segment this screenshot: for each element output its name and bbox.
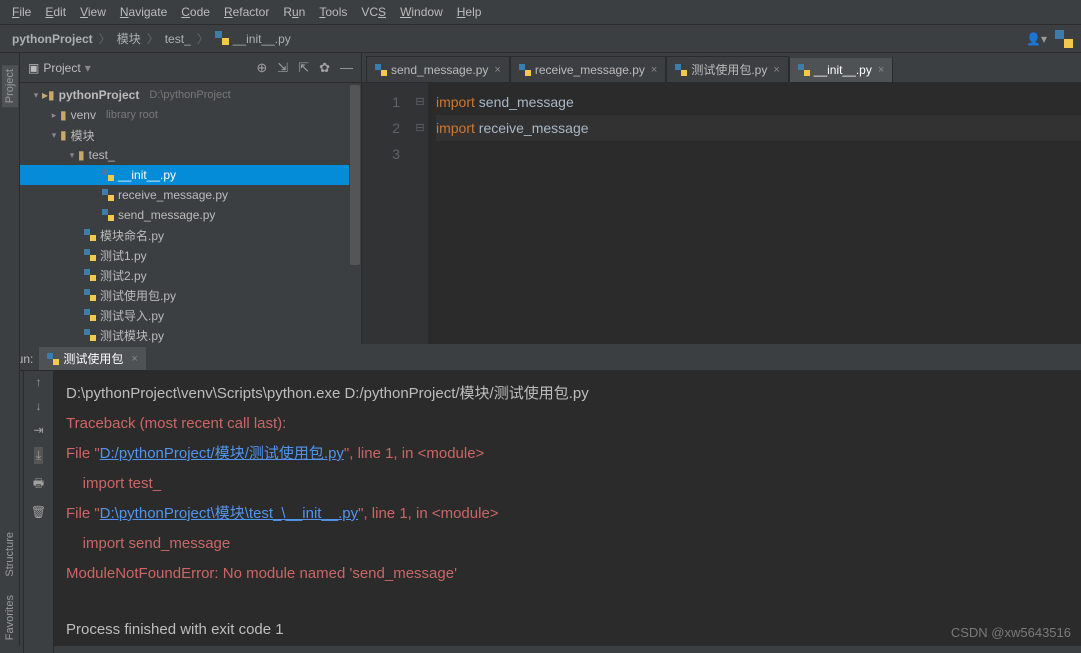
crumb-root[interactable]: pythonProject bbox=[8, 32, 97, 46]
editor-tabs: send_message.py× receive_message.py× 测试使… bbox=[362, 53, 1081, 83]
settings-icon[interactable]: ✿ bbox=[319, 60, 330, 76]
menu-bar: File Edit View Navigate Code Refactor Ru… bbox=[0, 0, 1081, 24]
project-dropdown-icon[interactable]: ▾ bbox=[85, 61, 91, 75]
hide-icon[interactable]: — bbox=[340, 60, 353, 76]
tree-root[interactable]: ▾▸▮pythonProjectD:\pythonProject bbox=[20, 85, 361, 105]
collapse-icon[interactable]: ⇱ bbox=[298, 60, 309, 76]
menu-view[interactable]: View bbox=[74, 3, 112, 21]
close-icon[interactable]: × bbox=[131, 353, 137, 365]
python-logo-icon bbox=[1055, 30, 1073, 48]
console-output[interactable]: D:\pythonProject\venv\Scripts\python.exe… bbox=[54, 371, 1081, 653]
project-tool-tab[interactable]: Project bbox=[2, 65, 18, 107]
left-tool-stripe-bottom: Favorites Structure bbox=[0, 344, 20, 646]
project-title[interactable]: Project bbox=[43, 61, 80, 75]
down2-icon[interactable]: ↓ bbox=[36, 399, 42, 413]
tab-testpkg[interactable]: 测试使用包.py× bbox=[666, 56, 788, 82]
close-icon[interactable]: × bbox=[494, 64, 500, 76]
menu-vcs[interactable]: VCS bbox=[355, 3, 392, 21]
console-line: D:\pythonProject\venv\Scripts\python.exe… bbox=[66, 379, 1069, 409]
tree-file-mod4[interactable]: 测试导入.py bbox=[20, 305, 361, 325]
print-icon[interactable]: 🖶 bbox=[33, 474, 44, 495]
line-gutter: 1 2 3 bbox=[362, 83, 412, 344]
watermark: CSDN @xw5643516 bbox=[951, 625, 1071, 640]
file-link[interactable]: D:\pythonProject\模块\test_\__init__.py bbox=[100, 505, 358, 522]
console-line: Process finished with exit code 1 bbox=[66, 615, 1069, 645]
run-config-tab[interactable]: 测试使用包× bbox=[39, 347, 145, 370]
menu-help[interactable]: Help bbox=[451, 3, 488, 21]
menu-code[interactable]: Code bbox=[175, 3, 216, 21]
crumb-file[interactable]: __init__.py bbox=[211, 31, 295, 46]
tree-file-mod3[interactable]: 测试使用包.py bbox=[20, 285, 361, 305]
tree-test[interactable]: ▾▮test_ bbox=[20, 145, 361, 165]
menu-run[interactable]: Run bbox=[277, 3, 311, 21]
tab-receive[interactable]: receive_message.py× bbox=[510, 56, 667, 82]
run-toolbar-2: ↑ ↓ ⇥ ⤓ 🖶 🗑 bbox=[24, 371, 54, 653]
console-line: Traceback (most recent call last): bbox=[66, 409, 1069, 439]
menu-refactor[interactable]: Refactor bbox=[218, 3, 275, 21]
console-line: File "D:/pythonProject/模块/测试使用包.py", lin… bbox=[66, 439, 1069, 469]
tree-mod[interactable]: ▾▮模块 bbox=[20, 125, 361, 145]
console-line: File "D:\pythonProject\模块\test_\__init__… bbox=[66, 499, 1069, 529]
tree-file-init[interactable]: __init__.py bbox=[20, 165, 361, 185]
breadcrumb: pythonProject 〉 模块 〉 test_ 〉 __init__.py… bbox=[0, 24, 1081, 52]
expand-icon[interactable]: ⇲ bbox=[277, 60, 288, 76]
tab-init[interactable]: __init__.py× bbox=[789, 56, 893, 82]
locate-icon[interactable]: ⊕ bbox=[256, 60, 267, 76]
close-icon[interactable]: × bbox=[773, 64, 779, 76]
up-icon[interactable]: ↑ bbox=[36, 375, 42, 389]
user-icon[interactable]: 👤▾ bbox=[1026, 32, 1047, 46]
tree-file-receive[interactable]: receive_message.py bbox=[20, 185, 361, 205]
crumb-mod[interactable]: 模块 bbox=[113, 30, 145, 47]
console-line: import send_message bbox=[66, 529, 1069, 559]
menu-navigate[interactable]: Navigate bbox=[114, 3, 173, 21]
tab-send[interactable]: send_message.py× bbox=[366, 56, 510, 82]
menu-tools[interactable]: Tools bbox=[313, 3, 353, 21]
scroll-icon[interactable]: ⤓ bbox=[34, 447, 43, 464]
menu-window[interactable]: Window bbox=[394, 3, 449, 21]
crumb-test[interactable]: test_ bbox=[161, 32, 195, 46]
console-line: ModuleNotFoundError: No module named 'se… bbox=[66, 559, 1069, 589]
tree-file-mod1[interactable]: 测试1.py bbox=[20, 245, 361, 265]
left-tool-stripe: Project bbox=[0, 53, 20, 344]
run-panel: Run: 测试使用包× ▶ 🔧 ⬇ 📌 ↑ ↓ ⇥ ⤓ 🖶 🗑 D:\pytho… bbox=[0, 344, 1081, 646]
tree-file-mod2[interactable]: 测试2.py bbox=[20, 265, 361, 285]
code-editor[interactable]: 1 2 3 ⊟⊟ import send_message import rece… bbox=[362, 83, 1081, 344]
tree-venv[interactable]: ▸▮venvlibrary root bbox=[20, 105, 361, 125]
close-icon[interactable]: × bbox=[878, 64, 884, 76]
console-line: import test_ bbox=[66, 469, 1069, 499]
tree-file-mod0[interactable]: 模块命名.py bbox=[20, 225, 361, 245]
tree-scrollbar[interactable] bbox=[350, 85, 360, 265]
wrap-icon[interactable]: ⇥ bbox=[33, 423, 43, 437]
fold-gutter[interactable]: ⊟⊟ bbox=[412, 83, 428, 344]
file-link[interactable]: D:/pythonProject/模块/测试使用包.py bbox=[100, 445, 344, 462]
favorites-tool-tab[interactable]: Favorites bbox=[4, 595, 16, 640]
project-tree[interactable]: ▾▸▮pythonProjectD:\pythonProject ▸▮venvl… bbox=[20, 83, 361, 344]
close-icon[interactable]: × bbox=[651, 64, 657, 76]
menu-edit[interactable]: Edit bbox=[39, 3, 72, 21]
project-folder-icon: ▣ bbox=[28, 61, 39, 75]
project-panel: ▣ Project ▾ ⊕ ⇲ ⇱ ✿ — ▾▸▮pythonProjectD:… bbox=[20, 53, 362, 344]
structure-tool-tab[interactable]: Structure bbox=[4, 532, 16, 577]
trash-icon[interactable]: 🗑 bbox=[31, 505, 46, 519]
tree-file-send[interactable]: send_message.py bbox=[20, 205, 361, 225]
tree-file-mod5[interactable]: 测试模块.py bbox=[20, 325, 361, 344]
menu-file[interactable]: File bbox=[6, 3, 37, 21]
